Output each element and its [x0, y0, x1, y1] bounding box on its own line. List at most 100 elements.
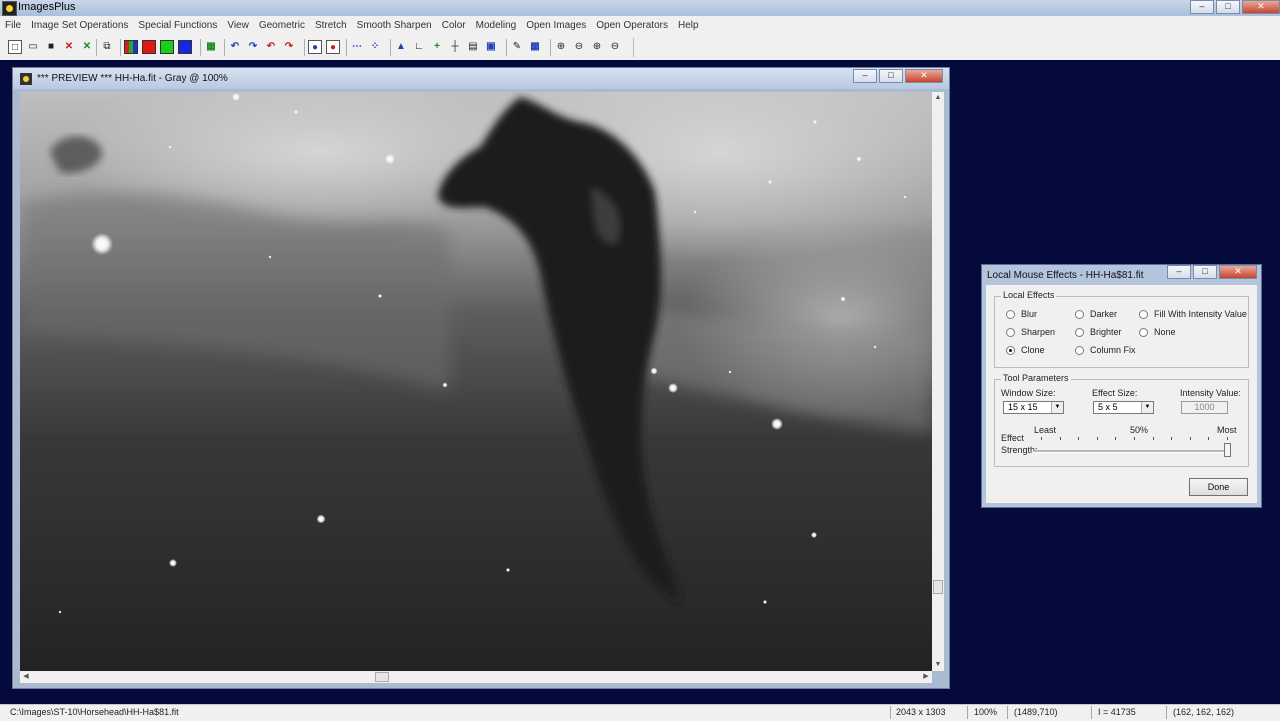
dialog-titlebar[interactable]: Local Mouse Effects - HH-Ha$81.fit – □ ✕	[982, 265, 1261, 283]
histogram-icon[interactable]: ▲	[394, 40, 408, 54]
vertical-scroll-thumb[interactable]	[933, 580, 943, 594]
scroll-right-arrow-icon[interactable]: ▶	[920, 671, 932, 683]
toolbar-separator	[506, 39, 507, 56]
star-select-icon[interactable]: ●	[308, 40, 322, 54]
chevron-down-icon[interactable]: ▼	[1051, 402, 1063, 413]
calculator-icon[interactable]: ▤	[466, 40, 480, 54]
dialog-maximize-button[interactable]: □	[1193, 265, 1217, 279]
undo-icon[interactable]: ↶	[228, 40, 242, 54]
image-minimize-button[interactable]: –	[853, 69, 877, 83]
dialog-title: Local Mouse Effects - HH-Ha$81.fit	[987, 270, 1144, 281]
dialog-close-button[interactable]: ✕	[1219, 265, 1257, 279]
radio-button-icon[interactable]	[1006, 327, 1015, 337]
status-bar: C:\Images\ST-10\Horsehead\HH-Ha$81.fit 2…	[0, 704, 1280, 721]
zoom-in-icon[interactable]: ⊕	[554, 40, 568, 54]
radio-label: Fill With Intensity Value	[1154, 309, 1247, 319]
new-icon[interactable]: □	[8, 40, 22, 54]
zoom-actual-icon[interactable]: ⊖	[608, 40, 622, 54]
save-icon[interactable]: ■	[44, 40, 58, 54]
radio-button-icon[interactable]	[1075, 327, 1084, 337]
axis-icon[interactable]: ∟	[412, 40, 426, 54]
menu-modeling[interactable]: Modeling	[471, 20, 522, 31]
menu-smooth-sharpen[interactable]: Smooth Sharpen	[352, 20, 437, 31]
horizontal-scroll-thumb[interactable]	[375, 672, 389, 682]
radio-button-icon[interactable]	[1139, 309, 1148, 319]
radio-sharpen[interactable]: Sharpen	[1006, 327, 1055, 337]
pixel-grid-icon[interactable]: ▦	[528, 40, 542, 54]
app-maximize-button[interactable]: □	[1216, 0, 1240, 14]
effect-strength-slider[interactable]	[1033, 450, 1227, 453]
menu-special-functions[interactable]: Special Functions	[133, 20, 222, 31]
nebula-image-canvas[interactable]	[20, 92, 932, 671]
radio-brighter[interactable]: Brighter	[1075, 327, 1122, 337]
radio-button-icon[interactable]	[1006, 345, 1015, 355]
effect-strength-slider-thumb[interactable]	[1224, 443, 1231, 457]
window-size-select[interactable]: 15 x 15 ▼	[1003, 401, 1064, 414]
line-profile-icon[interactable]: ⋯	[350, 40, 364, 54]
menu-open-images[interactable]: Open Images	[521, 20, 591, 31]
zoom-out-icon[interactable]: ⊖	[572, 40, 586, 54]
menu-view[interactable]: View	[222, 20, 254, 31]
scroll-left-arrow-icon[interactable]: ◀	[20, 671, 32, 683]
radio-darker[interactable]: Darker	[1075, 309, 1117, 319]
green-channel-icon[interactable]	[160, 40, 174, 54]
pencil-icon[interactable]: ✎	[510, 40, 524, 54]
chevron-down-icon[interactable]: ▼	[1141, 402, 1153, 413]
done-button[interactable]: Done	[1189, 478, 1248, 496]
toolbar-separator	[550, 39, 551, 56]
radio-fill-with-intensity-value[interactable]: Fill With Intensity Value	[1139, 309, 1247, 319]
image-close-button[interactable]: ✕	[905, 69, 943, 83]
image-info-icon[interactable]: ▣	[484, 40, 498, 54]
radio-button-icon[interactable]	[1006, 309, 1015, 319]
redo-icon[interactable]: ↷	[246, 40, 260, 54]
status-rgb: (162, 162, 162)	[1173, 707, 1235, 717]
menu-image-set-operations[interactable]: Image Set Operations	[26, 20, 133, 31]
menu-help[interactable]: Help	[673, 20, 704, 31]
radio-column-fix[interactable]: Column Fix	[1075, 345, 1136, 355]
app-titlebar[interactable]: ImagesPlus – □ ✕	[0, 0, 1280, 16]
image-maximize-button[interactable]: □	[879, 69, 903, 83]
menu-stretch[interactable]: Stretch	[310, 20, 352, 31]
redo-all-icon[interactable]: ↷	[282, 40, 296, 54]
blue-channel-icon[interactable]	[178, 40, 192, 54]
red-channel-icon[interactable]	[142, 40, 156, 54]
local-mouse-effects-dialog[interactable]: Local Mouse Effects - HH-Ha$81.fit – □ ✕…	[981, 264, 1262, 508]
star-mask-icon[interactable]: ●	[326, 40, 340, 54]
app-close-button[interactable]: ✕	[1242, 0, 1280, 14]
star-plot-icon[interactable]: ⁘	[368, 40, 382, 54]
radio-clone[interactable]: Clone	[1006, 345, 1045, 355]
strength-least-label: Least	[1034, 425, 1057, 435]
app-minimize-button[interactable]: –	[1190, 0, 1214, 14]
radio-button-icon[interactable]	[1139, 327, 1148, 337]
status-divider	[967, 706, 968, 719]
menu-open-operators[interactable]: Open Operators	[591, 20, 673, 31]
undo-all-icon[interactable]: ↶	[264, 40, 278, 54]
zoom-fit-icon[interactable]: ⊕	[590, 40, 604, 54]
image-window[interactable]: *** PREVIEW *** HH-Ha.fit - Gray @ 100% …	[12, 67, 950, 689]
dialog-minimize-button[interactable]: –	[1167, 265, 1191, 279]
radio-button-icon[interactable]	[1075, 345, 1084, 355]
status-file-path: C:\Images\ST-10\Horsehead\HH-Ha$81.fit	[10, 707, 179, 717]
close-all-icon[interactable]: ✕	[80, 40, 94, 54]
open-icon[interactable]: ▭	[26, 40, 40, 54]
radio-none[interactable]: None	[1139, 327, 1176, 337]
status-cursor-position: (1489,710)	[1014, 707, 1058, 717]
radio-blur[interactable]: Blur	[1006, 309, 1037, 319]
radio-button-icon[interactable]	[1075, 309, 1084, 319]
crosshair-icon[interactable]: +	[430, 40, 444, 54]
effect-size-select[interactable]: 5 x 5 ▼	[1093, 401, 1154, 414]
menu-color[interactable]: Color	[437, 20, 471, 31]
scroll-down-arrow-icon[interactable]: ▼	[932, 659, 944, 671]
menu-file[interactable]: File	[0, 20, 26, 31]
image-window-titlebar[interactable]: *** PREVIEW *** HH-Ha.fit - Gray @ 100% …	[13, 68, 949, 89]
close-image-icon[interactable]: ✕	[62, 40, 76, 54]
menu-geometric[interactable]: Geometric	[254, 20, 310, 31]
image-horizontal-scrollbar[interactable]: ◀ ▶	[20, 671, 932, 683]
rgb-icon[interactable]	[124, 40, 138, 54]
scroll-up-arrow-icon[interactable]: ▲	[932, 92, 944, 104]
copy-icon[interactable]: ⧉	[100, 40, 114, 54]
image-vertical-scrollbar[interactable]: ▲ ▼	[932, 92, 944, 671]
status-divider	[1166, 706, 1167, 719]
target-icon[interactable]: ┼	[448, 40, 462, 54]
grid-icon[interactable]: ▦	[204, 40, 218, 54]
